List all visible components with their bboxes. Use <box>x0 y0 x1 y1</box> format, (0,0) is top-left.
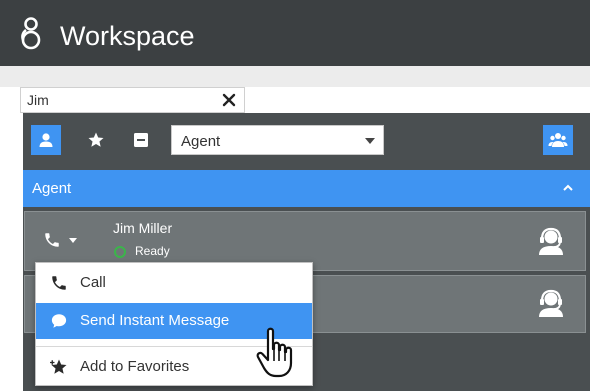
headset-icon <box>539 289 563 317</box>
menu-item-label: Send Instant Message <box>80 312 230 329</box>
contact-type-select[interactable]: Agent <box>171 125 384 155</box>
recent-button[interactable] <box>126 125 156 155</box>
group-header-label: Agent <box>32 180 72 197</box>
search-input[interactable] <box>27 91 217 109</box>
hand-cursor-icon <box>256 327 293 378</box>
menu-item-label: Call <box>80 274 106 291</box>
app-title: Workspace <box>60 21 195 51</box>
star-add-icon <box>50 359 67 374</box>
phone-icon <box>52 276 66 290</box>
title-bar: Workspace <box>0 0 590 66</box>
genesys-logo-icon <box>21 17 41 50</box>
favorites-button[interactable] <box>81 125 111 155</box>
headset-icon <box>539 227 563 255</box>
person-icon <box>39 133 53 147</box>
header-strip <box>0 66 590 87</box>
menu-item-label: Add to Favorites <box>80 358 190 375</box>
chevron-down-icon[interactable] <box>69 238 77 243</box>
phone-icon[interactable] <box>43 231 61 249</box>
team-communicator-button[interactable] <box>543 125 573 155</box>
status-ready-icon <box>114 246 126 258</box>
menu-item-call[interactable]: Call <box>36 265 312 301</box>
chevron-up-icon[interactable] <box>562 183 574 193</box>
team-communicator-icon <box>548 133 568 147</box>
history-icon <box>134 133 148 147</box>
all-contacts-button[interactable] <box>31 125 61 155</box>
chevron-down-icon <box>365 138 375 144</box>
star-icon <box>88 132 104 147</box>
contact-type-value: Agent <box>181 133 221 150</box>
contact-name: Jim Miller <box>113 220 173 236</box>
contact-status: Ready <box>135 244 170 258</box>
group-header-agent[interactable]: Agent <box>23 170 590 207</box>
close-icon[interactable] <box>221 91 237 109</box>
search-box[interactable] <box>20 87 245 113</box>
chat-bubble-icon <box>51 314 67 328</box>
